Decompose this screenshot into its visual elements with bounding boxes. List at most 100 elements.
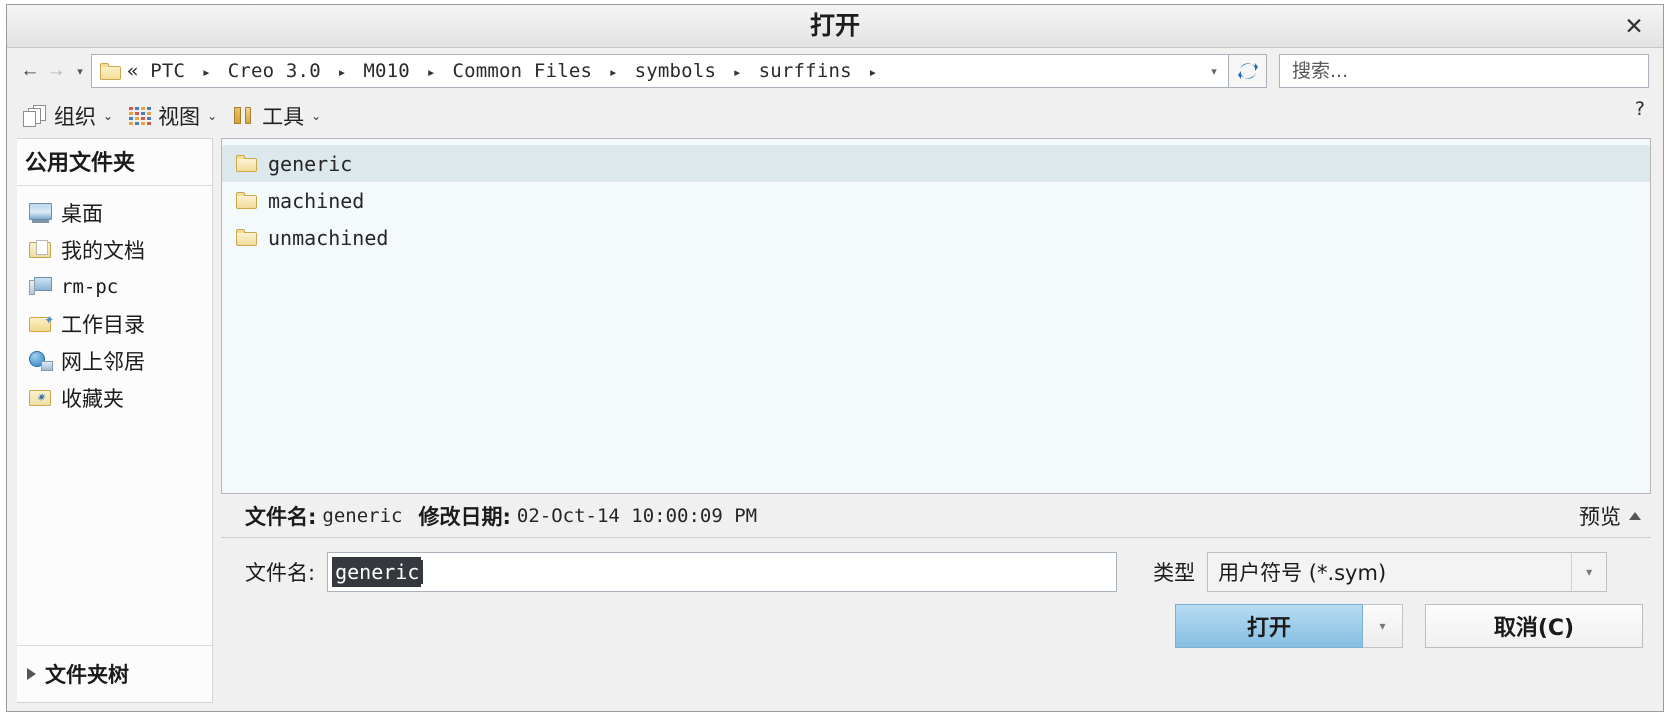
folder-tree-label: 文件夹树 — [45, 663, 129, 687]
sidebar-item-label: rm-pc — [61, 275, 119, 298]
preview-toggle[interactable]: 预览 — [1579, 501, 1647, 531]
sidebar: 公用文件夹 桌面 我的文档 rm-pc ✦ 工作目录 网上邻居 ✷ 收藏夹 文件… — [17, 138, 213, 703]
sidebar-item-network[interactable]: 网上邻居 — [17, 342, 212, 379]
folder-icon — [236, 191, 258, 210]
breadcrumb-separator[interactable]: ▸ — [422, 63, 441, 81]
main-pane: generic machined unmachined 文件名: generic… — [213, 138, 1663, 711]
organize-icon — [23, 105, 47, 127]
back-button[interactable]: ← — [17, 56, 43, 86]
refresh-icon[interactable] — [1229, 54, 1267, 88]
file-type-row: 类型 用户符号 (*.sym) ▾ — [1153, 552, 1608, 592]
tools-label: 工具 — [262, 105, 305, 129]
filename-row: 文件名: generic 类型 用户符号 (*.sym) ▾ — [245, 552, 1645, 592]
navigation-bar: ← → ▾ « PTC ▸ Creo 3.0 ▸ M010 ▸ Common F… — [7, 48, 1663, 94]
preview-label: 预览 — [1579, 504, 1621, 529]
documents-icon — [29, 239, 53, 260]
breadcrumb-prefix[interactable]: « — [127, 60, 139, 82]
sidebar-item-label: 网上邻居 — [61, 349, 145, 374]
dialog-footer: 文件名: generic 类型 用户符号 (*.sym) ▾ 打开 ▾ 取消(C… — [221, 538, 1651, 648]
desktop-icon — [29, 202, 53, 223]
organize-menu[interactable]: 组织 ⌄ — [23, 99, 113, 133]
sidebar-item-favorites[interactable]: ✷ 收藏夹 — [17, 379, 212, 416]
breadcrumb-separator[interactable]: ▸ — [604, 63, 623, 81]
dialog-title: 打开 — [809, 11, 860, 40]
chevron-down-icon: ⌄ — [207, 109, 218, 123]
sidebar-item-desktop[interactable]: 桌面 — [17, 194, 212, 231]
help-cursor-icon[interactable]: ? — [1635, 98, 1645, 120]
breadcrumb-item[interactable]: surffins — [759, 60, 852, 82]
status-filename-label: 文件名: — [245, 504, 317, 529]
status-filename-value: generic — [322, 504, 403, 527]
file-list-row[interactable]: generic — [222, 145, 1650, 182]
view-label: 视图 — [158, 105, 201, 129]
breadcrumb-item[interactable]: Common Files — [452, 60, 592, 82]
open-dropdown-button[interactable]: ▾ — [1363, 604, 1403, 648]
text-caret — [421, 560, 424, 584]
title-bar: 打开 ✕ — [7, 5, 1663, 48]
tools-menu[interactable]: 工具 ⌄ — [233, 99, 321, 133]
grid-icon — [129, 107, 152, 125]
file-type-select[interactable]: 用户符号 (*.sym) ▾ — [1207, 552, 1608, 592]
breadcrumb-item[interactable]: PTC — [150, 60, 185, 82]
search-box[interactable] — [1279, 54, 1649, 88]
status-modified-label: 修改日期: — [418, 504, 511, 529]
breadcrumb-separator[interactable]: ▸ — [863, 63, 882, 81]
chevron-down-icon: ⌄ — [311, 109, 322, 123]
breadcrumb-separator[interactable]: ▸ — [332, 63, 351, 81]
breadcrumb-item[interactable]: Creo 3.0 — [228, 60, 321, 82]
network-icon — [29, 350, 53, 371]
file-type-value: 用户符号 (*.sym) — [1218, 561, 1387, 585]
sidebar-item-computer[interactable]: rm-pc — [17, 268, 212, 305]
open-button[interactable]: 打开 — [1175, 604, 1363, 648]
chevron-down-icon: ▾ — [1571, 553, 1606, 591]
folder-icon — [100, 62, 121, 80]
tools-icon — [233, 105, 255, 127]
expand-triangle-icon — [27, 668, 36, 680]
forward-button[interactable]: → — [43, 56, 69, 86]
breadcrumb-item[interactable]: M010 — [363, 60, 410, 82]
file-type-label: 类型 — [1153, 561, 1196, 585]
filename-input[interactable]: generic — [327, 552, 1118, 592]
open-file-dialog: 打开 ✕ ← → ▾ « PTC ▸ Creo 3.0 ▸ M010 ▸ Com… — [6, 4, 1664, 712]
status-info-bar: 文件名: generic 修改日期: 02-Oct-14 10:00:09 PM… — [221, 494, 1651, 538]
toolbar: 组织 ⌄ 视图 ⌄ 工具 ⌄ ? — [7, 94, 1663, 138]
search-input[interactable] — [1290, 59, 1648, 83]
file-list-row[interactable]: machined — [222, 182, 1650, 219]
organize-label: 组织 — [54, 105, 96, 129]
breadcrumb-item[interactable]: symbols — [635, 60, 716, 82]
address-bar[interactable]: « PTC ▸ Creo 3.0 ▸ M010 ▸ Common Files ▸… — [91, 54, 1229, 88]
close-icon[interactable]: ✕ — [1619, 11, 1649, 41]
address-dropdown-icon[interactable]: ▾ — [1202, 56, 1226, 86]
sidebar-item-label: 收藏夹 — [61, 386, 124, 411]
dialog-body: 公用文件夹 桌面 我的文档 rm-pc ✦ 工作目录 网上邻居 ✷ 收藏夹 文件… — [7, 138, 1663, 711]
breadcrumb: « PTC ▸ Creo 3.0 ▸ M010 ▸ Common Files ▸… — [127, 60, 1202, 82]
favorites-icon: ✷ — [29, 388, 53, 408]
history-dropdown-icon[interactable]: ▾ — [69, 56, 91, 86]
file-list[interactable]: generic machined unmachined — [221, 138, 1651, 494]
view-menu[interactable]: 视图 ⌄ — [129, 99, 217, 133]
file-name: generic — [268, 151, 353, 176]
sidebar-list: 桌面 我的文档 rm-pc ✦ 工作目录 网上邻居 ✷ 收藏夹 — [17, 186, 212, 645]
file-name: machined — [268, 188, 365, 213]
sidebar-item-documents[interactable]: 我的文档 — [17, 231, 212, 268]
sidebar-item-label: 桌面 — [61, 201, 103, 226]
breadcrumb-separator[interactable]: ▸ — [728, 63, 747, 81]
cancel-button[interactable]: 取消(C) — [1425, 604, 1643, 648]
folder-icon — [236, 154, 258, 173]
filename-field-label: 文件名: — [245, 561, 316, 585]
file-name: unmachined — [268, 225, 389, 250]
sidebar-item-working-directory[interactable]: ✦ 工作目录 — [17, 305, 212, 342]
computer-icon — [29, 276, 53, 297]
sidebar-header: 公用文件夹 — [17, 139, 212, 186]
chevron-up-icon — [1629, 511, 1641, 520]
working-directory-icon: ✦ — [29, 314, 53, 334]
sidebar-item-label: 工作目录 — [61, 312, 145, 337]
chevron-down-icon: ⌄ — [103, 109, 114, 123]
sidebar-item-label: 我的文档 — [61, 238, 145, 263]
breadcrumb-separator[interactable]: ▸ — [197, 63, 216, 81]
status-modified-value: 02-Oct-14 10:00:09 PM — [516, 504, 758, 527]
button-row: 打开 ▾ 取消(C) — [245, 604, 1645, 648]
folder-tree-toggle[interactable]: 文件夹树 — [17, 645, 212, 702]
filename-input-value: generic — [332, 557, 422, 587]
file-list-row[interactable]: unmachined — [222, 219, 1650, 256]
